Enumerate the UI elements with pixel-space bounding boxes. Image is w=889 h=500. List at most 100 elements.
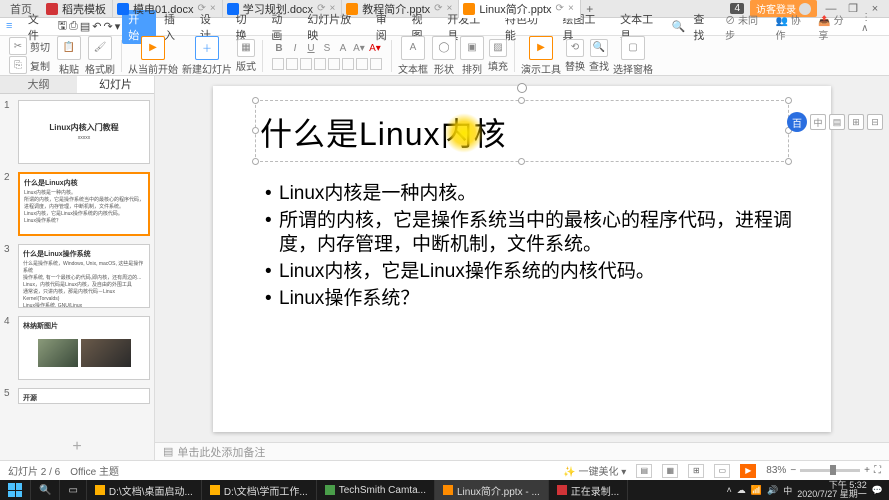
slideshow-button[interactable]: ▶ (740, 464, 756, 478)
tray-icon[interactable]: ☁ (737, 485, 746, 496)
qat-preview-icon[interactable]: ▤ (80, 20, 90, 33)
slide-thumb-5[interactable]: 开源 (18, 388, 150, 404)
clock[interactable]: 下午 5:322020/7/27 星期一 (797, 481, 867, 499)
notes-view-icon[interactable]: ▤ (636, 464, 652, 478)
zoom-slider[interactable] (800, 469, 860, 472)
align-justify-icon[interactable] (314, 58, 326, 70)
tool-icon[interactable]: ⊞ (848, 114, 864, 130)
zoom-out-icon[interactable]: − (790, 465, 796, 476)
taskbar-item[interactable]: D:\文档\桌面启动... (87, 480, 202, 500)
outline-tab[interactable]: 大纲 (0, 76, 77, 93)
share-button[interactable]: 📤 分享 (818, 12, 853, 42)
close-icon[interactable]: × (447, 3, 453, 14)
indent-inc-icon[interactable] (370, 58, 382, 70)
taskview-icon[interactable]: ▭ (60, 480, 86, 500)
format-painter-button[interactable]: 🖌格式刷 (85, 36, 115, 76)
slides-tab[interactable]: 幻灯片 (77, 76, 154, 93)
qat-print-icon[interactable]: ⎙ (69, 20, 78, 33)
numbering-icon[interactable] (342, 58, 354, 70)
thumbnail-list[interactable]: 1 Linux内核入门教程xxxxx 2 什么是Linux内核 Linux内核是… (0, 94, 154, 434)
select-pane-button[interactable]: ▢选择窗格 (613, 36, 653, 76)
qat-undo-icon[interactable]: ↶ (92, 20, 101, 33)
slide-canvas[interactable]: 什么是Linux内核 Linux内核是一种内核。 所谓的内核，它是操作系统当中的… (213, 86, 831, 432)
doctab-3[interactable]: 教程简介.pptx⟳× (342, 0, 459, 18)
from-current-button[interactable]: ▶从当前开始 (128, 36, 178, 76)
normal-view-icon[interactable]: ▦ (662, 464, 678, 478)
qat-save-icon[interactable]: 🖫 (58, 17, 67, 36)
tool-icon[interactable]: ⊟ (867, 114, 883, 130)
pin-icon[interactable]: ⟳ (434, 3, 442, 14)
indent-dec-icon[interactable] (356, 58, 368, 70)
close-icon[interactable]: × (329, 3, 335, 14)
tool-icon[interactable]: ▤ (829, 114, 845, 130)
notes-pane[interactable]: ▤单击此处添加备注 (155, 442, 889, 460)
system-tray[interactable]: ˄ ☁ 📶 🔊 中 下午 5:322020/7/27 星期一 💬 (727, 481, 889, 499)
fit-icon[interactable]: ⛶ (874, 465, 881, 476)
zoom-control[interactable]: 83% − + ⛶ (766, 465, 881, 476)
fill-button[interactable]: ▨填充 (488, 39, 508, 73)
layout-button[interactable]: ▦版式 (236, 39, 256, 73)
volume-icon[interactable]: 🔊 (767, 485, 778, 496)
app-menu-icon[interactable]: ≡ (6, 20, 20, 34)
slide-body[interactable]: Linux内核是一种内核。 所谓的内核，它是操作系统当中的最核心的程序代码，进程… (265, 182, 795, 313)
slide-thumb-1[interactable]: Linux内核入门教程xxxxx (18, 100, 150, 164)
resize-handle[interactable] (252, 127, 259, 134)
textbox-button[interactable]: A文本框 (398, 36, 428, 76)
italic-button[interactable]: I (288, 41, 302, 55)
copy-icon[interactable]: ⎘ (9, 56, 27, 74)
paste-button[interactable]: 📋粘贴 (57, 36, 81, 76)
pin-icon[interactable]: ⟳ (317, 3, 325, 14)
close-icon[interactable]: × (568, 3, 574, 14)
bullet-item[interactable]: Linux内核，它是Linux操作系统的内核代码。 (265, 260, 795, 285)
doctab-template[interactable]: 稻壳模板 (42, 0, 113, 18)
underline-button[interactable]: U (304, 41, 318, 55)
slide-thumb-4[interactable]: 林纳斯图片 (18, 316, 150, 380)
tray-chevron-icon[interactable]: ˄ (727, 485, 732, 495)
sorter-view-icon[interactable]: ⊞ (688, 464, 704, 478)
translate-icon[interactable]: 中 (810, 114, 826, 130)
slide-thumb-3[interactable]: 什么是Linux操作系统 什么是操作系统，Windows, Unix, macO… (18, 244, 150, 308)
slide-title-text[interactable]: 什么是Linux内核 (256, 101, 788, 155)
more-icon[interactable]: ⋮ ∧ (861, 12, 881, 42)
find-button[interactable]: 🔍查找 (589, 39, 609, 73)
font-color-button[interactable]: A▾ (368, 41, 382, 55)
align-right-icon[interactable] (300, 58, 312, 70)
resize-handle[interactable] (518, 158, 525, 165)
shape-button[interactable]: ◯形状 (432, 36, 456, 76)
notifications-icon[interactable]: 💬 (872, 485, 883, 496)
taskbar-item[interactable]: TechSmith Camta... (317, 480, 435, 500)
baidu-icon[interactable]: 百 (787, 112, 807, 132)
doctab-4[interactable]: Linux简介.pptx⟳× (459, 0, 580, 18)
align-left-icon[interactable] (272, 58, 284, 70)
rotate-handle[interactable] (517, 83, 527, 93)
align-center-icon[interactable] (286, 58, 298, 70)
beautify-button[interactable]: ✨ 一键美化 ▾ (563, 463, 626, 478)
canvas-scroll[interactable]: 什么是Linux内核 Linux内核是一种内核。 所谓的内核，它是操作系统当中的… (155, 76, 889, 442)
zoom-in-icon[interactable]: + (864, 465, 870, 476)
search-icon[interactable]: 🔍 (672, 20, 686, 33)
bullet-item[interactable]: 所谓的内核，它是操作系统当中的最核心的程序代码，进程调度，内存管理，中断机制，文… (265, 209, 795, 258)
wifi-icon[interactable]: 📶 (751, 485, 762, 496)
replace-button[interactable]: ⟲替换 (565, 39, 585, 73)
add-slide-button[interactable]: + (0, 434, 154, 460)
cut-icon[interactable]: ✂ (9, 37, 27, 55)
start-button[interactable] (0, 480, 31, 500)
resize-handle[interactable] (252, 158, 259, 165)
highlight-button[interactable]: A▾ (352, 41, 366, 55)
pin-icon[interactable]: ⟳ (198, 3, 206, 14)
strike-button[interactable]: S (320, 41, 334, 55)
doctab-1[interactable]: 模电01.docx⟳× (113, 0, 223, 18)
arrange-button[interactable]: ▣排列 (460, 36, 484, 76)
search-label[interactable]: 查找 (687, 10, 721, 44)
bullets-icon[interactable] (328, 58, 340, 70)
doctab-2[interactable]: 学习规划.docx⟳× (223, 0, 343, 18)
new-slide-button[interactable]: ＋新建幻灯片 (182, 36, 232, 76)
pin-icon[interactable]: ⟳ (556, 3, 564, 14)
resize-handle[interactable] (785, 97, 792, 104)
resize-handle[interactable] (518, 97, 525, 104)
show-tools-button[interactable]: ▶演示工具 (521, 36, 561, 76)
bold-button[interactable]: B (272, 41, 286, 55)
taskbar-item[interactable]: 正在录制... (549, 480, 628, 500)
font-size-button[interactable]: A (336, 41, 350, 55)
resize-handle[interactable] (785, 158, 792, 165)
